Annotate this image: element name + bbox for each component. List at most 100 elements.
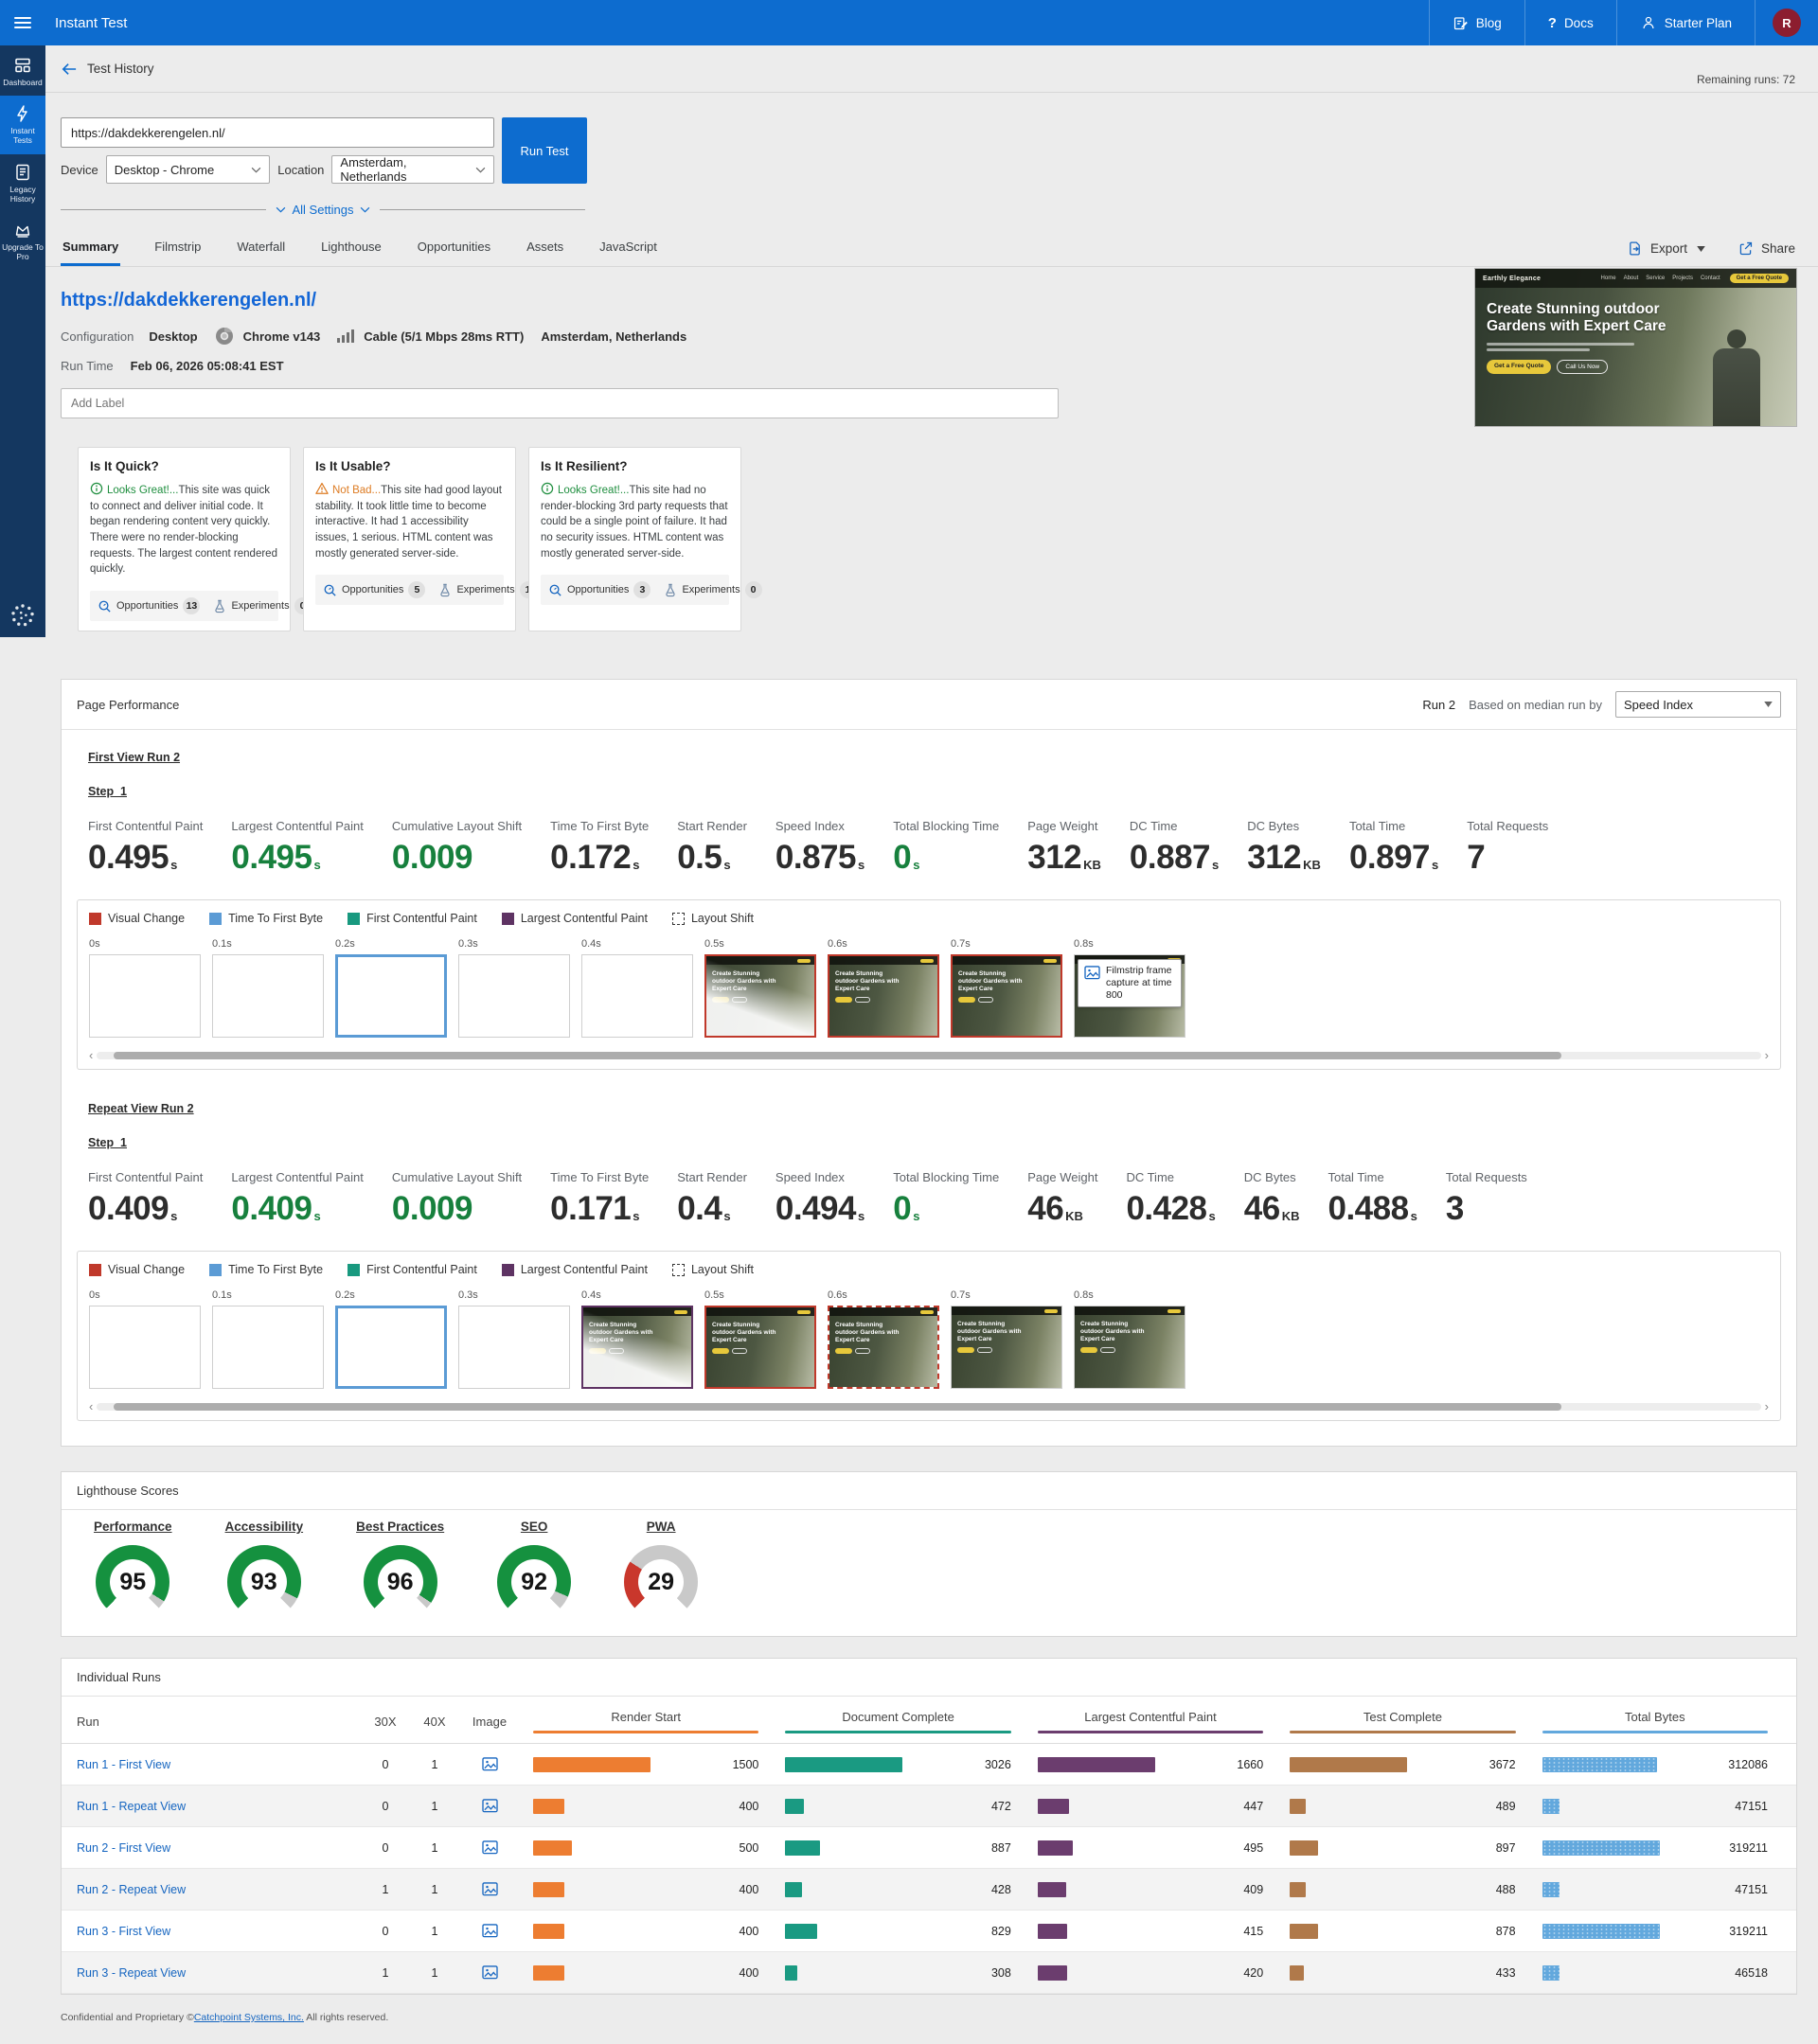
screenshot-image-icon[interactable]	[459, 1757, 520, 1771]
filmstrip-frame[interactable]: 0.5s Create Stunning outdoor Gardens with…	[704, 938, 816, 1039]
filmstrip-frame[interactable]: 0s	[89, 1289, 201, 1390]
view-heading[interactable]: Repeat View Run 2	[88, 1102, 194, 1115]
sidebar-item-instant-tests[interactable]: Instant Tests	[0, 96, 45, 154]
back-label: Test History	[87, 62, 154, 76]
tab-lighthouse[interactable]: Lighthouse	[319, 232, 383, 266]
filmstrip-frame[interactable]: 0.6s Create Stunning outdoor Gardens with…	[828, 1289, 939, 1390]
metric-bar-zone	[785, 1798, 902, 1814]
plan-button[interactable]: Starter Plan	[1615, 0, 1755, 45]
filmstrip-frame[interactable]: 0.8s Create Stunning outdoor Gardens with…	[1074, 938, 1185, 1039]
opportunities-chip[interactable]: Opportunities 13	[98, 597, 201, 615]
filmstrip-frame[interactable]: 0.1s	[212, 1289, 324, 1390]
filmstrip-frame[interactable]: 0.3s	[458, 938, 570, 1039]
filmstrip-frame[interactable]: 0.8s Create Stunning outdoor Gardens with…	[1074, 1289, 1185, 1390]
share-button[interactable]: Share	[1738, 240, 1795, 257]
sidebar-item-dashboard[interactable]: Dashboard	[0, 47, 45, 96]
screenshot-image-icon[interactable]	[459, 1924, 520, 1938]
filmstrip-frame[interactable]: 0.3s	[458, 1289, 570, 1390]
sidebar-item-legacy-history[interactable]: Legacy History	[0, 154, 45, 212]
filmstrip-frame[interactable]: 0.6s Create Stunning outdoor Gardens with…	[828, 938, 939, 1039]
frame-time: 0.2s	[335, 1289, 355, 1302]
export-button[interactable]: Export	[1627, 240, 1705, 257]
metric-bar-zone	[1542, 1798, 1660, 1814]
filmstrip-frame[interactable]: 0.7s Create Stunning outdoor Gardens with…	[951, 1289, 1062, 1390]
step-label[interactable]: Step_1	[88, 1136, 1781, 1149]
opportunities-chip[interactable]: Opportunities 3	[548, 581, 651, 599]
run-test-button[interactable]: Run Test	[502, 117, 587, 184]
device-select[interactable]: Desktop - Chrome	[105, 155, 271, 184]
filmstrip-frame[interactable]: 0.5s Create Stunning outdoor Gardens with…	[704, 1289, 816, 1390]
filmstrip-frame[interactable]: 0.7s Create Stunning outdoor Gardens with…	[951, 938, 1062, 1039]
gauge-label[interactable]: Performance	[94, 1520, 172, 1534]
experiments-chip[interactable]: Experiments0	[664, 581, 762, 599]
tab-javascript[interactable]: JavaScript	[597, 232, 659, 266]
run-link[interactable]: Run 1 - Repeat View	[77, 1800, 361, 1813]
screenshot-image-icon[interactable]	[459, 1799, 520, 1813]
filmstrip-frame[interactable]: 0.1s	[212, 938, 324, 1039]
horizontal-scrollbar[interactable]: ‹ ›	[89, 1400, 1769, 1413]
filmstrip-frame[interactable]: 0s	[89, 938, 201, 1039]
performance-view: First View Run 2 Step_1 First Contentful P…	[77, 745, 1781, 1071]
gauge-score: 29	[648, 1568, 675, 1595]
run-link[interactable]: Run 2 - Repeat View	[77, 1883, 361, 1896]
blog-button[interactable]: Blog	[1428, 0, 1524, 45]
location-select[interactable]: Amsterdam, Netherlands	[331, 155, 494, 184]
run-link[interactable]: Run 3 - Repeat View	[77, 1966, 361, 1980]
gauge-label[interactable]: Best Practices	[356, 1520, 444, 1534]
hamburger-menu-button[interactable]	[0, 14, 45, 31]
metric: Speed Index 0.494 s	[775, 1170, 864, 1228]
docs-button[interactable]: ? Docs	[1524, 0, 1616, 45]
metric-bar-zone	[785, 1881, 902, 1897]
metric-label: Largest Contentful Paint	[231, 1170, 364, 1185]
all-settings-toggle[interactable]: All Settings	[266, 203, 379, 217]
gauge-label[interactable]: PWA	[647, 1520, 676, 1534]
run-link[interactable]: Run 2 - First View	[77, 1841, 361, 1855]
share-icon	[1738, 240, 1754, 257]
card-title: Is It Quick?	[90, 459, 159, 473]
run-link[interactable]: Run 1 - First View	[77, 1758, 361, 1771]
back-to-test-history[interactable]: Test History	[61, 62, 154, 77]
step-label[interactable]: Step_1	[88, 785, 1781, 798]
screenshot-image-icon[interactable]	[459, 1840, 520, 1855]
add-label-input[interactable]	[61, 388, 1059, 418]
metric-cell-value: 433	[1495, 1965, 1516, 1980]
url-input[interactable]	[61, 117, 494, 148]
card-footer: Opportunities 5 Experiments1	[315, 575, 537, 606]
opportunities-chip[interactable]: Opportunities 5	[323, 581, 426, 599]
experiments-chip[interactable]: Experiments1	[438, 581, 537, 599]
experiments-chip[interactable]: Experiments0	[213, 597, 312, 615]
legend-item: Largest Contentful Paint	[501, 912, 648, 925]
filmstrip-frame[interactable]: 0.2s	[335, 938, 447, 1039]
col-30x-header: 30X	[374, 1715, 397, 1730]
metric-cell-doc_complete: 3026	[772, 1756, 1024, 1772]
screenshot-image-icon[interactable]	[459, 1965, 520, 1980]
tab-opportunities[interactable]: Opportunities	[416, 232, 492, 266]
sidebar-item-upgrade-to-pro[interactable]: Upgrade To Pro	[0, 212, 45, 270]
median-metric-select[interactable]: Speed Index	[1615, 691, 1781, 719]
catchpoint-link[interactable]: Catchpoint Systems, Inc.	[194, 2012, 304, 2023]
filmstrip-frame[interactable]: 0.4s Create Stunning outdoor Gardens with…	[581, 1289, 693, 1390]
gauge-score: 95	[119, 1568, 147, 1595]
screenshot-image-icon[interactable]	[459, 1882, 520, 1896]
user-avatar[interactable]: R	[1773, 9, 1801, 37]
frame-time: 0.4s	[581, 938, 601, 951]
view-heading[interactable]: First View Run 2	[88, 751, 180, 764]
gauge-label[interactable]: SEO	[521, 1520, 548, 1534]
metric-bar	[1542, 1964, 1560, 1981]
test-screenshot-preview[interactable]: Earthly Elegance Home About Service Project…	[1474, 268, 1797, 427]
horizontal-scrollbar[interactable]: ‹ ›	[89, 1049, 1769, 1061]
tab-summary[interactable]: Summary	[61, 232, 121, 266]
filmstrip-frames: 0s 0.1s 0.2s 0.3s 0.4s 0.5s Create Stunning ou…	[89, 938, 1769, 1039]
filmstrip-frame[interactable]: 0.4s	[581, 938, 693, 1039]
metric: Time To First Byte 0.172 s	[550, 819, 649, 877]
tab-waterfall[interactable]: Waterfall	[235, 232, 287, 266]
table-row: Run 1 - Repeat View 0 1 400 472 447 489 47151	[62, 1786, 1796, 1828]
tab-assets[interactable]: Assets	[525, 232, 565, 266]
assessment-card: Is It Quick? Looks Great!...This site was…	[78, 447, 312, 632]
run-link[interactable]: Run 3 - First View	[77, 1925, 361, 1938]
preview-site-links: Home About Service Projects Contact	[1600, 275, 1720, 281]
gauge-label[interactable]: Accessibility	[225, 1520, 304, 1534]
tab-filmstrip[interactable]: Filmstrip	[152, 232, 203, 266]
metric-label: Start Render	[677, 819, 747, 834]
filmstrip-frame[interactable]: 0.2s	[335, 1289, 447, 1390]
